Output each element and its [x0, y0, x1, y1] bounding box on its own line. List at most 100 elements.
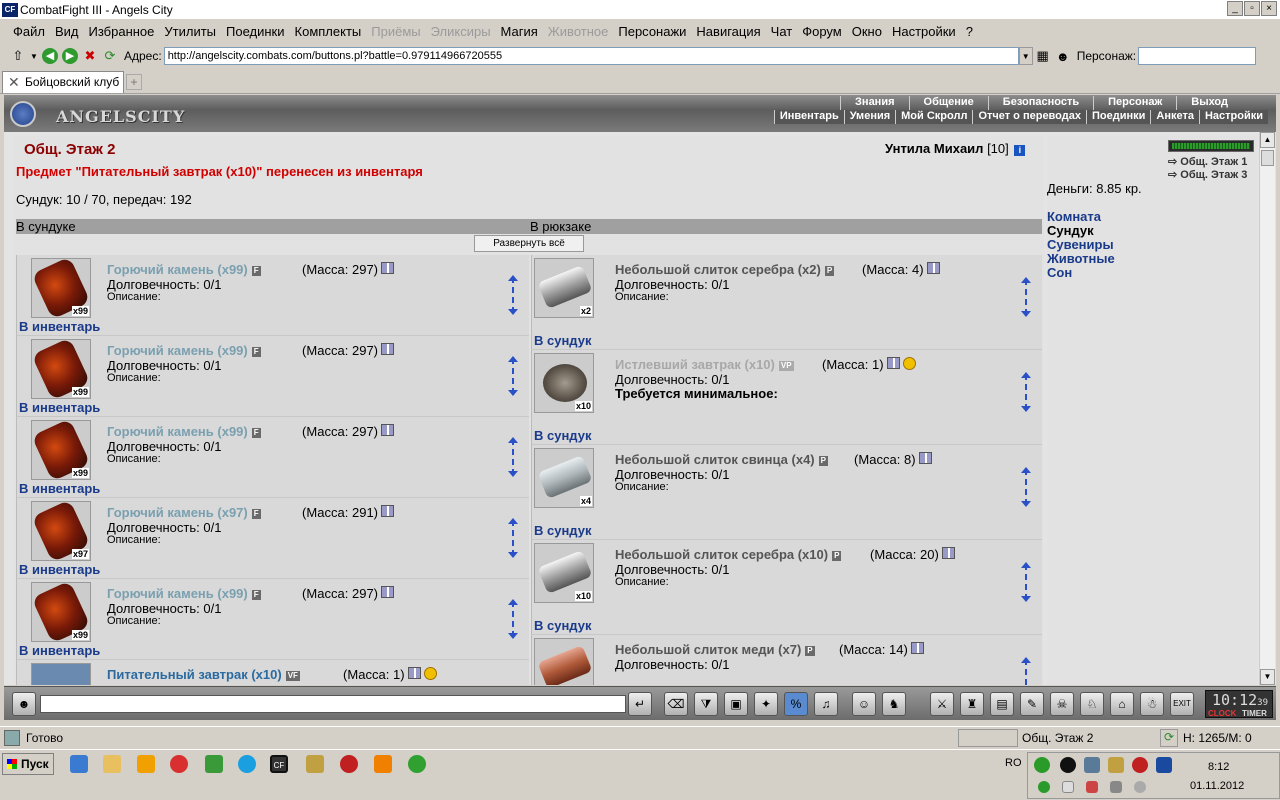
vertical-scrollbar[interactable]: ▲ ▼	[1259, 132, 1275, 685]
item-name[interactable]: Горючий камень (x97) F	[107, 505, 261, 520]
exit-button[interactable]: EXIT	[1170, 692, 1194, 716]
close-button[interactable]: ×	[1261, 1, 1277, 16]
sound-icon[interactable]: ♫	[814, 692, 838, 716]
item-name-text[interactable]: Небольшой слиток меди (x7)	[615, 642, 801, 657]
menu-favorites[interactable]: Избранное	[84, 24, 160, 39]
menu-help[interactable]: ?	[961, 24, 978, 39]
silver-bar-icon[interactable]: x10	[534, 543, 594, 603]
to-chest-link[interactable]: В сундук	[534, 618, 591, 633]
users-icon[interactable]: ☻	[1053, 46, 1073, 66]
move-arrows-icon[interactable]	[1021, 467, 1034, 507]
volume-icon[interactable]	[1134, 781, 1146, 793]
status-buttons[interactable]	[958, 729, 1018, 747]
address-dropdown-button[interactable]: ▼	[1018, 47, 1033, 65]
orange-app-icon[interactable]	[374, 755, 392, 773]
persona-select[interactable]	[1138, 47, 1257, 65]
move-arrows-icon[interactable]	[508, 356, 521, 396]
nav-exit[interactable]: Выход	[1176, 96, 1242, 110]
move-arrows-icon[interactable]	[508, 518, 521, 558]
item-name-text[interactable]: Истлевший завтрак (x10)	[615, 357, 775, 372]
language-indicator[interactable]: RO	[1005, 757, 1022, 769]
location-link-text[interactable]: Общ. Этаж 3	[1180, 169, 1247, 181]
dropdown-icon[interactable]: ▼	[28, 46, 40, 66]
fire-stone-icon[interactable]: x99	[31, 420, 91, 480]
fire-stone-icon[interactable]: x97	[31, 501, 91, 561]
clock-label[interactable]: CLOCK	[1208, 709, 1236, 718]
nav-transfers-report[interactable]: Отчет о переводах	[972, 110, 1086, 124]
maximize-button[interactable]: ▫	[1244, 1, 1260, 16]
new-tab-button[interactable]: +	[126, 74, 142, 90]
item-name-text[interactable]: Горючий камень (x99)	[107, 586, 248, 601]
menu-view[interactable]: Вид	[50, 24, 84, 39]
send-icon[interactable]: ↵	[628, 692, 652, 716]
item-name[interactable]: Горючий камень (x99) F	[107, 586, 261, 601]
menu-characters[interactable]: Персонажи	[613, 24, 691, 39]
tray-app-icon[interactable]	[1156, 757, 1172, 773]
silver-bar-icon[interactable]: x2	[534, 258, 594, 318]
address-input[interactable]	[163, 47, 1019, 65]
ie-icon[interactable]	[70, 755, 88, 773]
scroll-thumb[interactable]	[1261, 150, 1274, 166]
move-arrows-icon[interactable]	[1021, 562, 1034, 602]
nav-communication[interactable]: Общение	[908, 96, 988, 110]
sword-app-icon[interactable]	[306, 755, 324, 773]
item-name[interactable]: Горючий камень (x99) F	[107, 424, 261, 439]
side-menu-souvenirs[interactable]: Сувениры	[1047, 237, 1114, 252]
item-name[interactable]: Небольшой слиток свинца (x4) P	[615, 452, 828, 467]
info-icon[interactable]: i	[1014, 145, 1026, 156]
nav-fights[interactable]: Поединки	[1085, 110, 1150, 124]
refresh-button[interactable]: ⟳	[100, 46, 120, 66]
combatfight-icon[interactable]: CF	[270, 755, 288, 773]
location-link[interactable]: ⇨ Общ. Этаж 1	[1168, 155, 1247, 168]
side-menu-room[interactable]: Комната	[1047, 209, 1101, 224]
food-icon[interactable]	[31, 663, 91, 685]
menu-magic[interactable]: Магия	[496, 24, 543, 39]
to-chest-link[interactable]: В сундук	[534, 428, 591, 443]
history-icon[interactable]: ▦	[1033, 46, 1053, 66]
to-inventory-link[interactable]: В инвентарь	[19, 643, 100, 658]
to-inventory-link[interactable]: В инвентарь	[19, 400, 100, 415]
item-name-text[interactable]: Горючий камень (x99)	[107, 262, 248, 277]
to-inventory-link[interactable]: В инвентарь	[19, 562, 100, 577]
item-name[interactable]: Небольшой слиток серебра (x10) P	[615, 547, 842, 562]
move-arrows-icon[interactable]	[1021, 657, 1034, 685]
to-chest-link[interactable]: В сундук	[534, 333, 591, 348]
menu-fights[interactable]: Поединки	[221, 24, 290, 39]
nav-settings[interactable]: Настройки	[1198, 110, 1268, 124]
menu-settings[interactable]: Настройки	[887, 24, 961, 39]
chat-head-icon[interactable]: ☻	[12, 692, 36, 716]
item-name-text[interactable]: Горючий камень (x99)	[107, 424, 248, 439]
tab-fight-club[interactable]: ✕ Бойцовский клуб	[2, 71, 124, 93]
move-arrows-icon[interactable]	[508, 599, 521, 639]
item-name[interactable]: Питательный завтрак (x10) VF	[107, 667, 300, 682]
figure-app-icon[interactable]	[340, 755, 358, 773]
nav-security[interactable]: Безопасность	[987, 96, 1093, 110]
copper-bar-icon[interactable]	[534, 638, 594, 685]
menu-chat[interactable]: Чат	[766, 24, 798, 39]
tray-alert-icon[interactable]	[1086, 781, 1098, 793]
tray-display-icon[interactable]	[1110, 781, 1122, 793]
menu-utilities[interactable]: Утилиты	[159, 24, 221, 39]
eraser-icon[interactable]: ⌫	[664, 692, 688, 716]
item-name[interactable]: Истлевший завтрак (x10) VP	[615, 357, 794, 372]
nav-my-scroll[interactable]: Мой Скролл	[895, 110, 972, 124]
clover-icon[interactable]	[408, 755, 426, 773]
to-chest-link[interactable]: В сундук	[534, 523, 591, 538]
location-link-text[interactable]: Общ. Этаж 1	[1180, 156, 1247, 168]
side-menu-sleep[interactable]: Сон	[1047, 265, 1072, 280]
fire-stone-icon[interactable]: x99	[31, 582, 91, 642]
back-button[interactable]: ◀	[40, 46, 60, 66]
move-arrows-icon[interactable]	[1021, 277, 1034, 317]
menu-forum[interactable]: Форум	[797, 24, 847, 39]
bag-icon[interactable]: ♜	[960, 692, 984, 716]
scroll-up-button[interactable]: ▲	[1260, 132, 1275, 148]
expand-all-button[interactable]: Развернуть всё	[474, 235, 584, 252]
menu-file[interactable]: Файл	[8, 24, 50, 39]
tray-flag-icon[interactable]	[1062, 781, 1074, 793]
item-name-text[interactable]: Горючий камень (x99)	[107, 343, 248, 358]
nav-knowledge[interactable]: Знания	[840, 96, 908, 110]
tab-close-icon[interactable]: ✕	[8, 72, 20, 92]
nav-inventory[interactable]: Инвентарь	[773, 110, 844, 124]
smile-icon[interactable]: ☺	[852, 692, 876, 716]
chat-input[interactable]	[40, 695, 626, 713]
